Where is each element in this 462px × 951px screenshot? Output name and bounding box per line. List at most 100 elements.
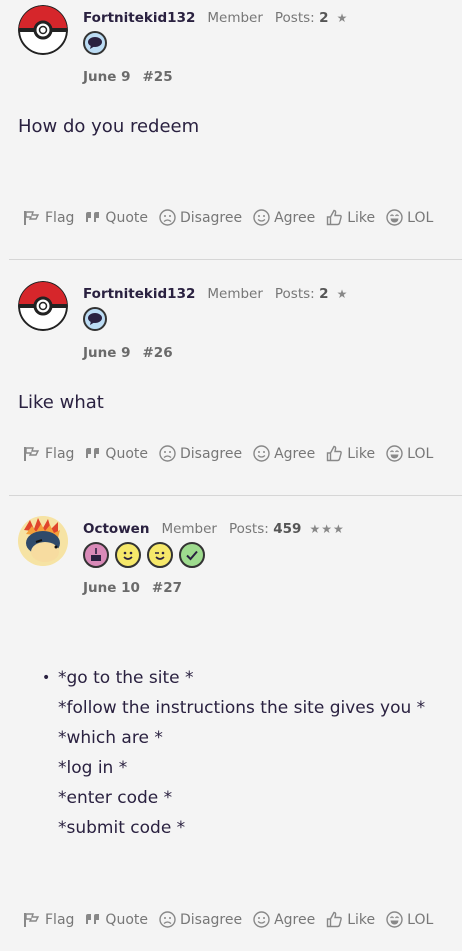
disagree-label: Disagree	[179, 209, 243, 226]
agree-label: Agree	[274, 445, 316, 462]
like-button[interactable]: Like	[326, 911, 375, 928]
lol-button[interactable]: LOL	[386, 911, 433, 928]
badges	[83, 307, 107, 331]
list-item: *submit code *	[58, 818, 186, 838]
user-role: Member	[207, 10, 263, 26]
quote-label: Quote	[105, 209, 148, 226]
quote-icon	[86, 447, 100, 458]
quote-button[interactable]: Quote	[85, 445, 148, 462]
lol-button[interactable]: LOL	[386, 445, 433, 462]
badges	[83, 31, 107, 55]
frown-icon	[159, 209, 176, 226]
post-date[interactable]: June 9	[83, 69, 131, 85]
post-date-line: June 9 #26	[83, 345, 173, 361]
smile-icon	[253, 911, 270, 928]
list-item: *go to the site *	[58, 668, 194, 688]
like-label: Like	[347, 209, 376, 226]
rank-stars: ★★★	[309, 522, 345, 536]
thumbs-up-icon	[327, 445, 343, 462]
agree-label: Agree	[274, 209, 316, 226]
post-number[interactable]: #25	[143, 69, 173, 85]
flag-label: Flag	[45, 445, 75, 462]
frown-icon	[159, 445, 176, 462]
flag-button[interactable]: Flag	[23, 209, 74, 226]
username[interactable]: Fortnitekid132	[83, 10, 195, 26]
post-meta: Fortnitekid132 Member Posts: 2 ★	[83, 10, 348, 26]
post-divider	[9, 259, 462, 260]
flag-icon	[24, 210, 40, 225]
lol-label: LOL	[407, 209, 434, 226]
user-role: Member	[207, 286, 263, 302]
avatar[interactable]	[18, 281, 68, 331]
laugh-icon	[386, 209, 403, 226]
lol-button[interactable]: LOL	[386, 209, 433, 226]
post-date[interactable]: June 10	[83, 580, 140, 596]
agree-button[interactable]: Agree	[253, 445, 315, 462]
disagree-button[interactable]: Disagree	[159, 209, 242, 226]
disagree-button[interactable]: Disagree	[159, 445, 242, 462]
posts-count: 459	[273, 521, 302, 537]
speech-bubble-badge-icon[interactable]	[83, 31, 107, 55]
quote-label: Quote	[105, 911, 148, 928]
post-actions: Flag Quote Disagree Agree Like LOL	[23, 911, 444, 928]
user-role: Member	[161, 521, 217, 537]
posts-label: Posts:	[228, 521, 269, 537]
cake-badge-icon[interactable]	[83, 542, 109, 568]
post-actions: Flag Quote Disagree Agree Like LOL	[23, 209, 444, 226]
quote-label: Quote	[105, 445, 148, 462]
rank-stars: ★	[336, 11, 349, 25]
rank-stars: ★	[336, 287, 349, 301]
laugh-icon	[386, 911, 403, 928]
smile-icon	[253, 209, 270, 226]
post-date-line: June 9 #25	[83, 69, 173, 85]
flag-label: Flag	[45, 209, 75, 226]
posts-label: Posts:	[274, 10, 315, 26]
avatar[interactable]	[18, 5, 68, 55]
post-divider	[9, 495, 462, 496]
thumbs-up-icon	[327, 209, 343, 226]
lol-label: LOL	[407, 445, 434, 462]
like-label: Like	[347, 911, 376, 928]
agree-label: Agree	[274, 911, 316, 928]
smiley-badge-icon[interactable]	[115, 542, 141, 568]
flag-button[interactable]: Flag	[23, 911, 74, 928]
post-meta: Octowen Member Posts: 459 ★★★	[83, 521, 345, 537]
disagree-label: Disagree	[179, 445, 243, 462]
username[interactable]: Octowen	[83, 521, 149, 537]
posts-count: 2	[319, 10, 329, 26]
like-button[interactable]: Like	[326, 445, 375, 462]
post-number[interactable]: #27	[152, 580, 182, 596]
posts-label: Posts:	[274, 286, 315, 302]
thumbs-up-icon	[327, 911, 343, 928]
post-date-line: June 10 #27	[83, 580, 182, 596]
username[interactable]: Fortnitekid132	[83, 286, 195, 302]
quote-icon	[86, 913, 100, 924]
post-date[interactable]: June 9	[83, 345, 131, 361]
agree-button[interactable]: Agree	[253, 911, 315, 928]
post-actions: Flag Quote Disagree Agree Like LOL	[23, 445, 444, 462]
flag-label: Flag	[45, 911, 75, 928]
post-body: How do you redeem	[18, 116, 200, 137]
avatar[interactable]	[18, 516, 68, 566]
speech-bubble-badge-icon[interactable]	[83, 307, 107, 331]
disagree-label: Disagree	[179, 911, 243, 928]
flag-icon	[24, 912, 40, 927]
frown-icon	[159, 911, 176, 928]
agree-button[interactable]: Agree	[253, 209, 315, 226]
lol-label: LOL	[407, 911, 434, 928]
quote-button[interactable]: Quote	[85, 209, 148, 226]
laugh-icon	[386, 445, 403, 462]
smile-icon	[253, 445, 270, 462]
post-meta: Fortnitekid132 Member Posts: 2 ★	[83, 286, 348, 302]
flag-button[interactable]: Flag	[23, 445, 74, 462]
disagree-button[interactable]: Disagree	[159, 911, 242, 928]
quote-button[interactable]: Quote	[85, 911, 148, 928]
wink-badge-icon[interactable]	[147, 542, 173, 568]
list-item: *log in *	[58, 758, 128, 778]
like-button[interactable]: Like	[326, 209, 375, 226]
check-badge-icon[interactable]	[179, 542, 205, 568]
pokeball-avatar-icon	[18, 281, 68, 331]
post-body: Like what	[18, 392, 104, 413]
post-number[interactable]: #26	[143, 345, 173, 361]
list-item: *enter code *	[58, 788, 173, 808]
